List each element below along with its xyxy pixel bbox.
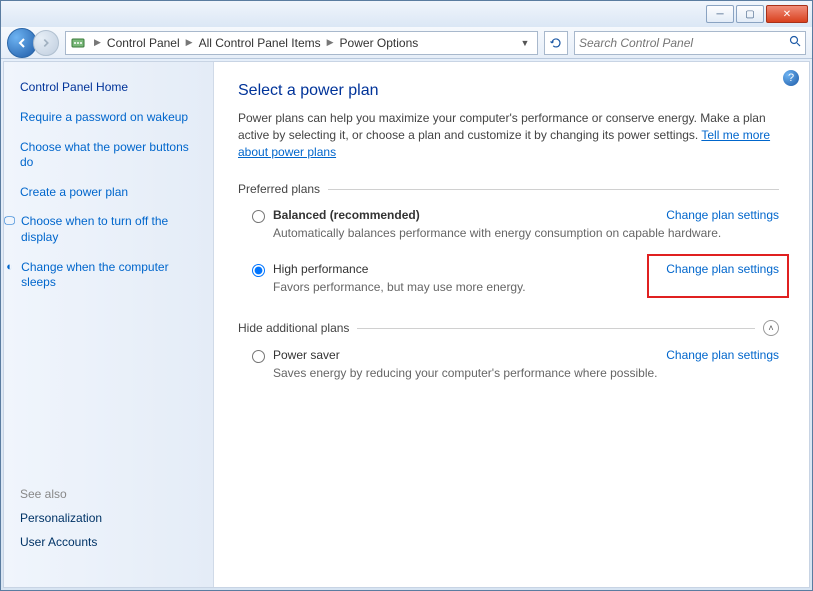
plan-name: Balanced (recommended)	[273, 208, 420, 222]
plan-desc: Favors performance, but may use more ene…	[273, 280, 779, 294]
sidebar-link-sleep[interactable]: ◐ Change when the computer sleeps	[20, 260, 197, 291]
chevron-right-icon: ▶	[90, 37, 105, 48]
sidebar-home-link[interactable]: Control Panel Home	[20, 80, 197, 94]
content-area: Control Panel Home Require a password on…	[3, 61, 810, 588]
sidebar-link-create-plan[interactable]: Create a power plan	[20, 185, 197, 201]
plan-radio-high-performance[interactable]	[252, 264, 265, 277]
control-panel-icon	[70, 35, 86, 51]
sidebar-link-label: Change when the computer sleeps	[21, 260, 197, 291]
nav-forward-button[interactable]	[33, 30, 59, 56]
divider	[357, 328, 755, 329]
intro-body: Power plans can help you maximize your c…	[238, 111, 766, 142]
see-also-section: See also Personalization User Accounts	[20, 487, 197, 569]
plan-power-saver: Power saver Change plan settings Saves e…	[238, 348, 779, 396]
refresh-button[interactable]	[544, 31, 568, 55]
plan-radio-balanced[interactable]	[252, 210, 265, 223]
sidebar-link-label: Choose when to turn off the display	[21, 214, 197, 245]
moon-icon: ◐	[2, 260, 17, 274]
arrow-left-icon	[15, 36, 29, 50]
page-title: Select a power plan	[238, 82, 779, 100]
sidebar-link-power-buttons[interactable]: Choose what the power buttons do	[20, 140, 197, 171]
sidebar-link-label: Choose what the power buttons do	[20, 140, 197, 171]
sidebar-link-turn-off-display[interactable]: 🖵 Choose when to turn off the display	[20, 214, 197, 245]
change-plan-settings-link[interactable]: Change plan settings	[666, 262, 779, 276]
minimize-button[interactable]: ─	[706, 5, 734, 23]
sidebar-link-password-wakeup[interactable]: Require a password on wakeup	[20, 110, 197, 126]
plan-high-performance: High performance Change plan settings Fa…	[238, 262, 779, 310]
plan-balanced: Balanced (recommended) Change plan setti…	[238, 208, 779, 256]
preferred-plans-header: Preferred plans	[238, 182, 779, 196]
breadcrumb-item[interactable]: Power Options	[338, 34, 421, 52]
see-also-title: See also	[20, 487, 197, 501]
hide-additional-header[interactable]: Hide additional plans ˄	[238, 320, 779, 336]
monitor-icon: 🖵	[2, 214, 17, 228]
sidebar: Control Panel Home Require a password on…	[4, 62, 214, 587]
preferred-plans-label: Preferred plans	[238, 182, 320, 196]
maximize-button[interactable]: ▢	[736, 5, 764, 23]
navbar: ▶ Control Panel ▶ All Control Panel Item…	[1, 27, 812, 59]
breadcrumb[interactable]: ▶ Control Panel ▶ All Control Panel Item…	[65, 31, 538, 55]
change-plan-settings-link[interactable]: Change plan settings	[666, 348, 779, 362]
seealso-link-personalization[interactable]: Personalization	[20, 511, 197, 525]
window-frame: ─ ▢ ✕ ▶ Control Panel ▶ All Control Pane…	[0, 0, 813, 591]
titlebar: ─ ▢ ✕	[1, 1, 812, 27]
search-input[interactable]	[579, 36, 789, 50]
chevron-up-icon[interactable]: ˄	[763, 320, 779, 336]
intro-text: Power plans can help you maximize your c…	[238, 110, 779, 160]
sidebar-link-label: Create a power plan	[20, 185, 128, 201]
arrow-right-icon	[40, 37, 52, 49]
plan-desc: Saves energy by reducing your computer's…	[273, 366, 779, 380]
refresh-icon	[550, 37, 562, 49]
plan-desc: Automatically balances performance with …	[273, 226, 779, 240]
divider	[328, 189, 779, 190]
chevron-right-icon: ▶	[182, 37, 197, 48]
close-button[interactable]: ✕	[766, 5, 808, 23]
main-panel: ? Select a power plan Power plans can he…	[214, 62, 809, 587]
plan-name: High performance	[273, 262, 368, 276]
seealso-link-user-accounts[interactable]: User Accounts	[20, 535, 197, 549]
search-icon	[789, 35, 801, 50]
help-icon[interactable]: ?	[783, 70, 799, 86]
sidebar-link-label: Require a password on wakeup	[20, 110, 188, 126]
search-box[interactable]	[574, 31, 806, 55]
plan-radio-power-saver[interactable]	[252, 350, 265, 363]
chevron-right-icon: ▶	[323, 37, 338, 48]
breadcrumb-dropdown[interactable]: ▼	[517, 38, 533, 48]
breadcrumb-item[interactable]: All Control Panel Items	[197, 34, 323, 52]
change-plan-settings-link[interactable]: Change plan settings	[666, 208, 779, 222]
plan-name: Power saver	[273, 348, 340, 362]
hide-additional-label: Hide additional plans	[238, 321, 349, 335]
breadcrumb-item[interactable]: Control Panel	[105, 34, 182, 52]
